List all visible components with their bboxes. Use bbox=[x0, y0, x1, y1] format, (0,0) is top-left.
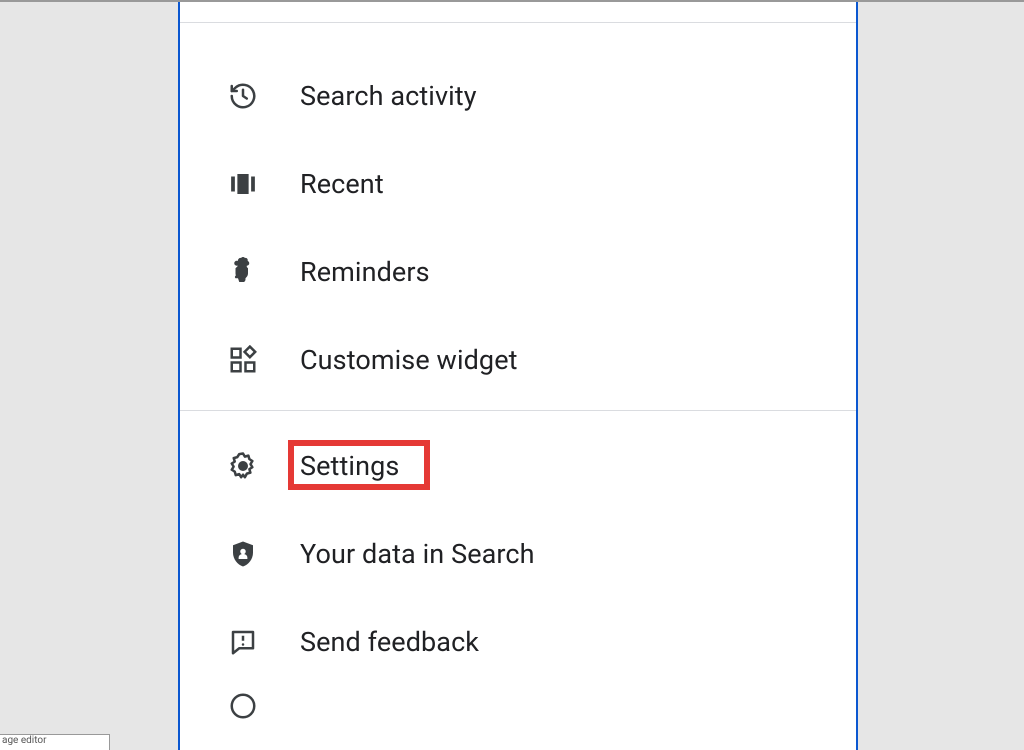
menu-item-label: Settings bbox=[300, 450, 399, 482]
status-bar-snippet: age editor bbox=[0, 734, 110, 750]
menu-group-2: Settings Your data in Search bbox=[180, 422, 856, 726]
menu-item-recent[interactable]: Recent bbox=[180, 140, 856, 228]
menu-group-1: Search activity Recent bbox=[180, 52, 856, 404]
menu-item-label: Send feedback bbox=[300, 626, 479, 658]
divider bbox=[180, 410, 856, 411]
menu-item-partial[interactable]: x bbox=[180, 686, 856, 726]
menu-item-label: Reminders bbox=[300, 256, 430, 288]
carousel-icon bbox=[228, 169, 258, 199]
feedback-icon bbox=[228, 627, 258, 657]
menu-item-reminders[interactable]: Reminders bbox=[180, 228, 856, 316]
menu-panel: Search activity Recent bbox=[178, 2, 858, 750]
help-icon bbox=[228, 691, 258, 721]
history-icon bbox=[228, 81, 258, 111]
menu-item-send-feedback[interactable]: Send feedback bbox=[180, 598, 856, 686]
menu-item-search-activity[interactable]: Search activity bbox=[180, 52, 856, 140]
menu-item-label: Your data in Search bbox=[300, 538, 535, 570]
menu-item-label: Recent bbox=[300, 168, 384, 200]
menu-item-settings[interactable]: Settings bbox=[180, 422, 856, 510]
gear-icon bbox=[228, 451, 258, 481]
menu-item-your-data-in-search[interactable]: Your data in Search bbox=[180, 510, 856, 598]
divider bbox=[180, 22, 856, 23]
widgets-icon bbox=[228, 345, 258, 375]
reminder-finger-icon bbox=[228, 257, 258, 287]
menu-item-label: Search activity bbox=[300, 80, 477, 112]
menu-item-customise-widget[interactable]: Customise widget bbox=[180, 316, 856, 404]
privacy-shield-icon bbox=[228, 539, 258, 569]
menu-item-label: Customise widget bbox=[300, 344, 518, 376]
